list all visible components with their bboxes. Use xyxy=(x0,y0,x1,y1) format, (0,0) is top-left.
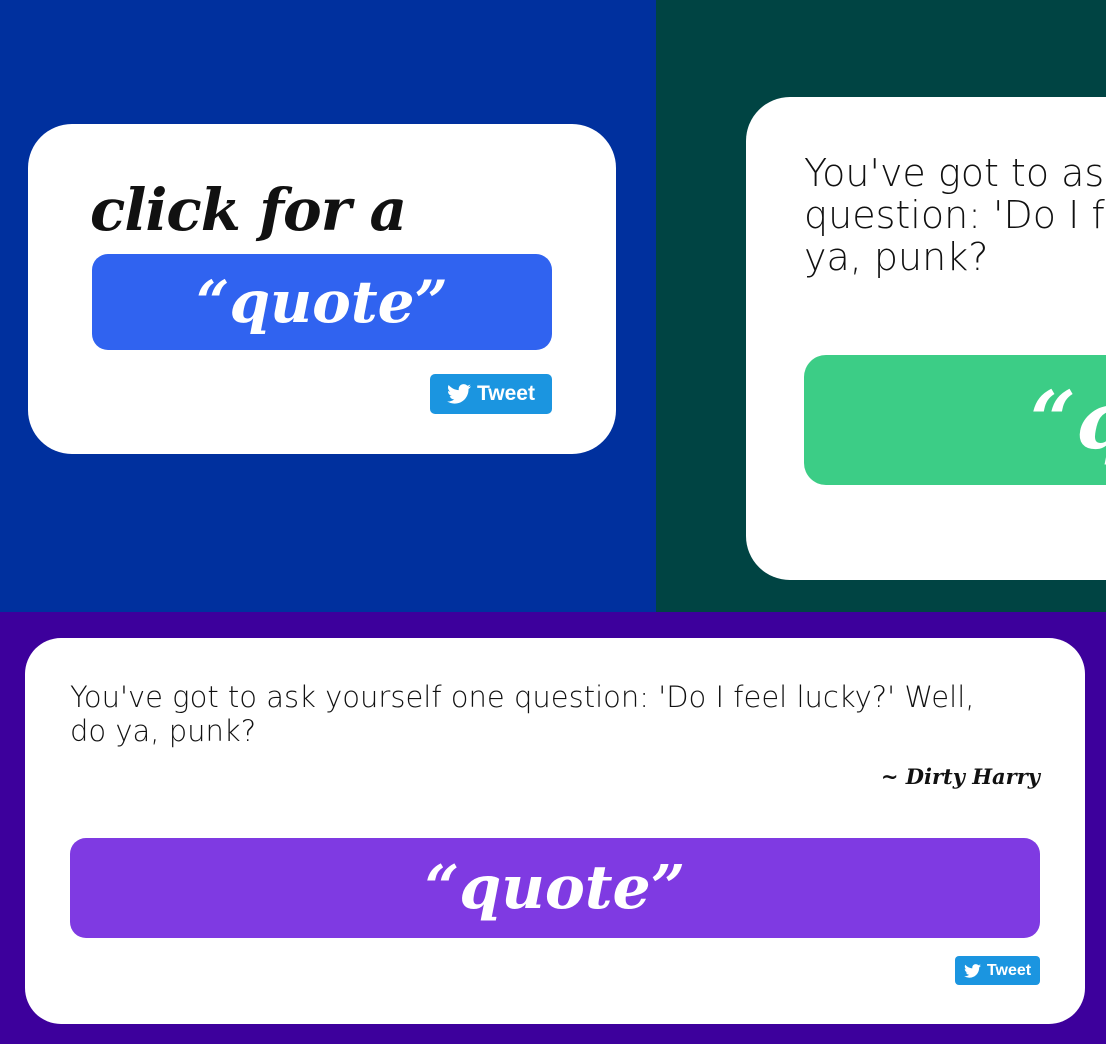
tweet-button[interactable]: Tweet xyxy=(430,374,552,414)
new-quote-button[interactable]: “quote” xyxy=(92,254,552,350)
quote-card: click for a “quote” Tweet xyxy=(28,124,616,454)
tweet-label: Tweet xyxy=(986,961,1032,979)
heading: click for a xyxy=(90,176,407,244)
tweet-button[interactable]: Tweet xyxy=(955,956,1040,985)
quote-card: You've got to ask yourself one question:… xyxy=(25,638,1085,1024)
quote-author: ~ Dirty Harry xyxy=(880,764,1040,789)
quote-widget-full: You've got to ask yourself one question:… xyxy=(0,612,1106,1044)
tweet-label: Tweet xyxy=(477,382,535,405)
new-quote-button[interactable]: “quote” xyxy=(70,838,1040,938)
quote-widget-initial: click for a “quote” Tweet xyxy=(0,0,656,612)
quote-widget-cropped: You've got to ask yourself one question:… xyxy=(656,0,1106,612)
twitter-bird-icon xyxy=(447,384,472,404)
twitter-bird-icon xyxy=(964,963,981,978)
new-quote-button[interactable]: “quote” xyxy=(804,355,1106,485)
quote-text: You've got to ask yourself one question:… xyxy=(70,680,975,748)
quote-card: You've got to ask yourself one question:… xyxy=(746,97,1106,580)
quote-text: You've got to ask yourself one question:… xyxy=(804,151,1106,279)
